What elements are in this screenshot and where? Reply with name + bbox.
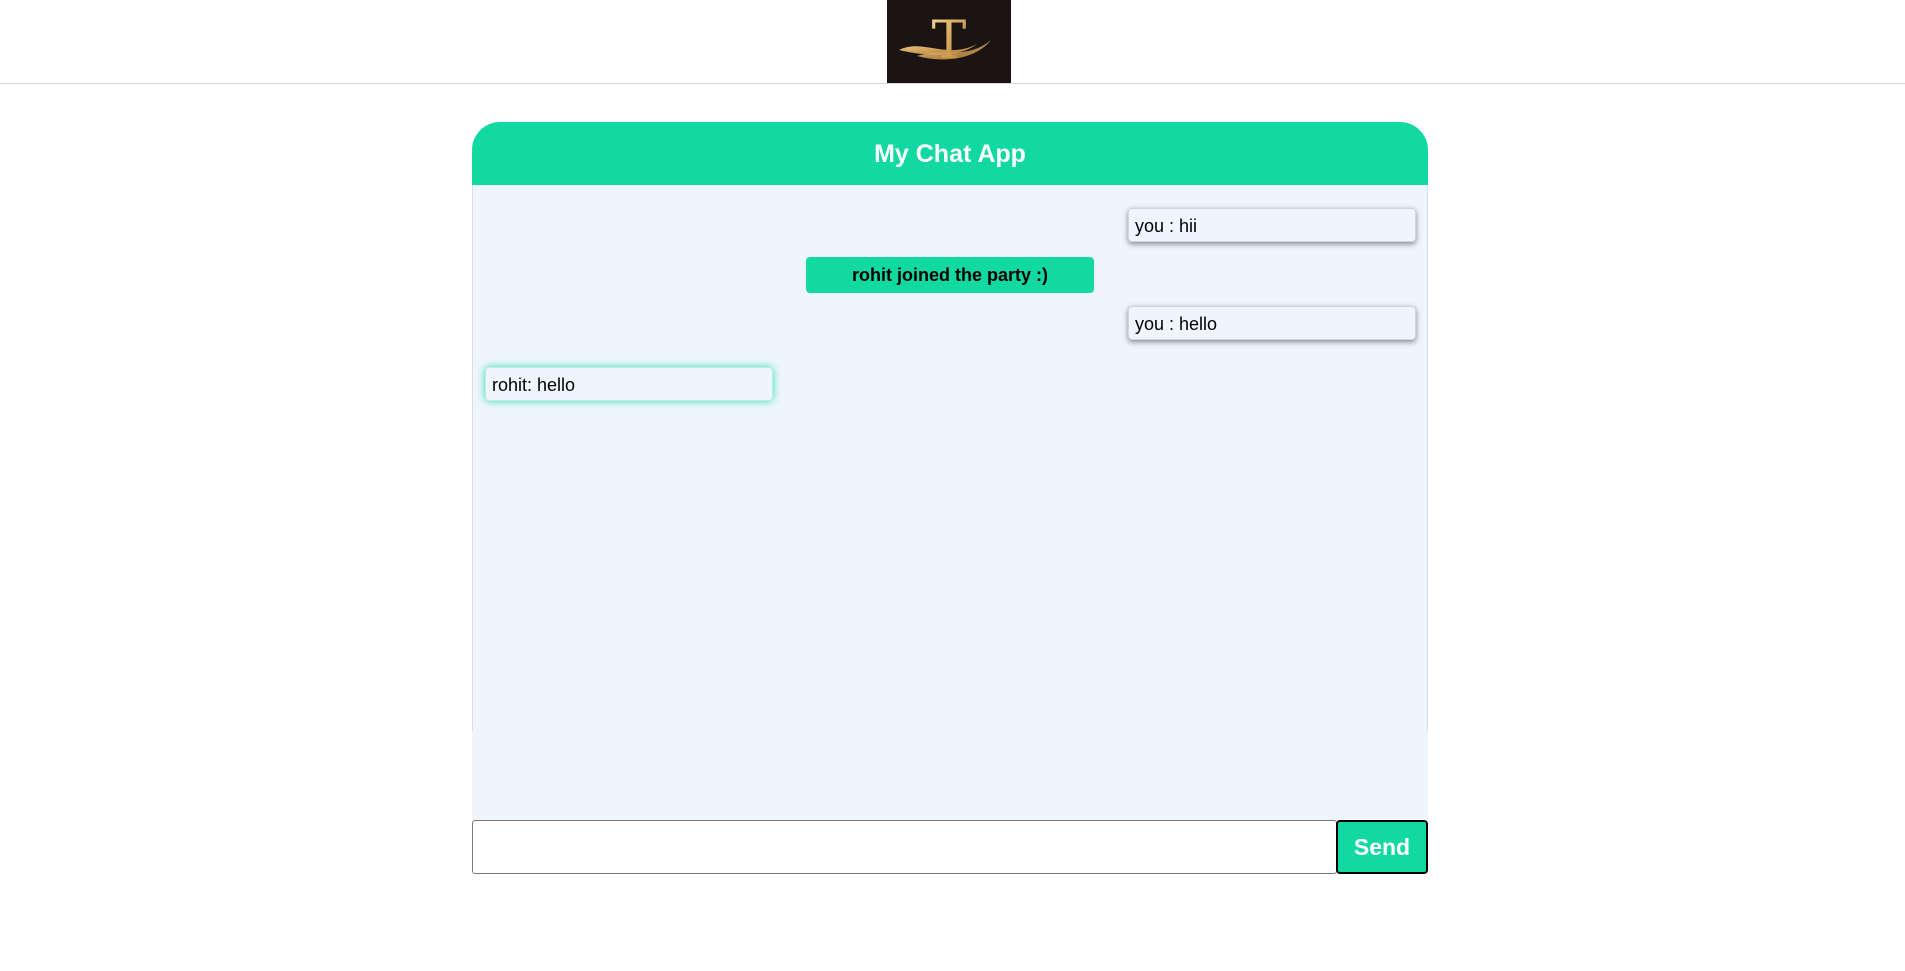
message-list[interactable]: you : hii rohit joined the party :) you … <box>472 185 1428 820</box>
svg-text:T: T <box>932 11 967 71</box>
notice-text: rohit joined the party :) <box>852 265 1048 285</box>
message-text: rohit: hello <box>492 375 576 395</box>
message-outgoing: you : hello <box>1128 306 1416 340</box>
message-text: you : hii <box>1135 216 1198 236</box>
send-button[interactable]: Send <box>1336 820 1428 874</box>
system-notice: rohit joined the party :) <box>806 257 1094 293</box>
message-composer: Send <box>472 820 1428 874</box>
chat-title: My Chat App <box>874 140 1026 168</box>
logo-t-icon: T <box>899 11 991 71</box>
chat-header: My Chat App <box>472 122 1428 185</box>
message-outgoing: you : hii <box>1128 208 1416 242</box>
top-bar: T <box>0 0 1905 84</box>
message-text: you : hello <box>1135 314 1218 334</box>
brand-logo[interactable]: T <box>887 0 1011 83</box>
chat-window: My Chat App you : hii rohit joined the p… <box>472 122 1428 874</box>
message-input[interactable] <box>472 820 1337 874</box>
message-incoming: rohit: hello <box>485 367 773 401</box>
message-list-filler <box>472 731 1428 820</box>
